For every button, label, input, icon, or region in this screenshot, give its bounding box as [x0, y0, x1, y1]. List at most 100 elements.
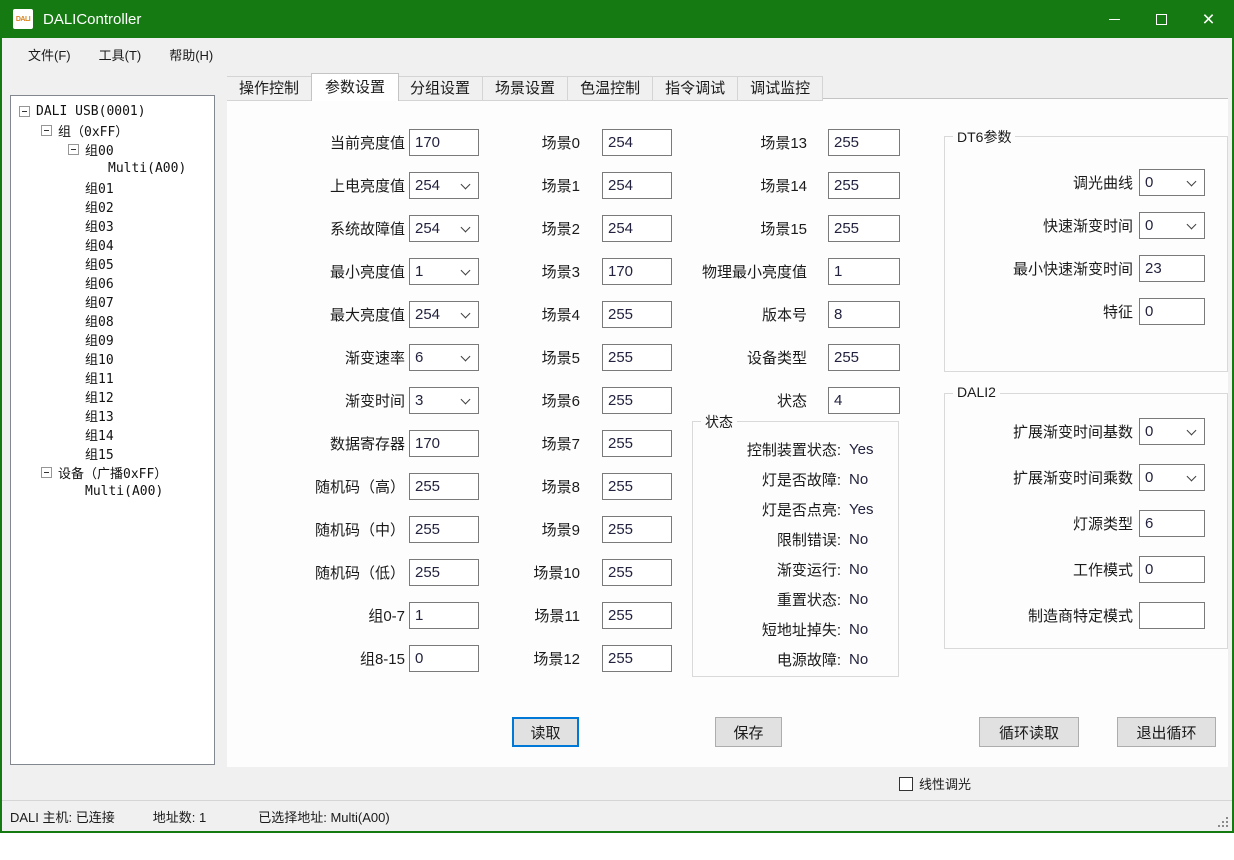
- tree-item[interactable]: 组11: [11, 368, 214, 387]
- field-input[interactable]: 255: [602, 559, 672, 586]
- resize-grip[interactable]: [1216, 815, 1228, 827]
- field-input[interactable]: 255: [602, 602, 672, 629]
- field-input[interactable]: 255: [602, 473, 672, 500]
- tree-item[interactable]: 组10: [11, 349, 214, 368]
- tree-item[interactable]: 组05: [11, 254, 214, 273]
- tab[interactable]: 场景设置: [483, 76, 568, 101]
- field-input[interactable]: [1139, 602, 1205, 629]
- tree-item[interactable]: 组（0xFF）: [11, 121, 214, 140]
- field-row: 场景5 255: [510, 344, 672, 371]
- tree-item[interactable]: DALI USB(0001): [11, 102, 214, 121]
- tree-item[interactable]: Multi(A00): [11, 159, 214, 178]
- field-label: 场景6: [510, 390, 580, 411]
- field-input[interactable]: 255: [409, 516, 479, 543]
- field-input[interactable]: 255: [409, 559, 479, 586]
- tree-item[interactable]: 组14: [11, 425, 214, 444]
- tree-expander-icon[interactable]: [41, 467, 52, 478]
- loop-read-button[interactable]: 循环读取: [979, 717, 1079, 747]
- field-input[interactable]: 1: [409, 602, 479, 629]
- field-input[interactable]: 170: [409, 129, 479, 156]
- tree-item[interactable]: 设备（广播0xFF）: [11, 463, 214, 482]
- tab[interactable]: 操作控制: [227, 76, 312, 101]
- tree-item[interactable]: 组09: [11, 330, 214, 349]
- tree-item[interactable]: 组00: [11, 140, 214, 159]
- field-input[interactable]: 0: [1139, 464, 1205, 491]
- tree-item[interactable]: 组06: [11, 273, 214, 292]
- status-label: 渐变运行:: [693, 559, 841, 580]
- field-row: 场景11 255: [510, 602, 672, 629]
- tree-item[interactable]: 组15: [11, 444, 214, 463]
- field-label: 最大亮度值: [230, 304, 405, 325]
- status-value: Yes: [849, 501, 873, 518]
- field-input[interactable]: 1: [409, 258, 479, 285]
- field-input[interactable]: 0: [1139, 212, 1205, 239]
- field-row: 数据寄存器 170: [230, 430, 479, 457]
- field-input[interactable]: 255: [602, 645, 672, 672]
- checkbox-icon[interactable]: [899, 777, 913, 791]
- tab[interactable]: 分组设置: [398, 76, 483, 101]
- field-label: 随机码（低）: [230, 562, 405, 583]
- field-row: 场景10 255: [510, 559, 672, 586]
- tab[interactable]: 调试监控: [738, 76, 823, 101]
- field-input[interactable]: 0: [409, 645, 479, 672]
- menu-item[interactable]: 文件(F): [14, 39, 85, 70]
- menu-item[interactable]: 帮助(H): [155, 39, 227, 70]
- field-input[interactable]: 4: [828, 387, 900, 414]
- linear-dim-checkbox[interactable]: 线性调光: [899, 774, 971, 793]
- field-input[interactable]: 0: [1139, 298, 1205, 325]
- maximize-button[interactable]: [1138, 0, 1185, 38]
- tree-item[interactable]: 组02: [11, 197, 214, 216]
- field-input[interactable]: 3: [409, 387, 479, 414]
- tree-item[interactable]: 组13: [11, 406, 214, 425]
- tree-item[interactable]: 组03: [11, 216, 214, 235]
- field-input[interactable]: 254: [409, 172, 479, 199]
- tree-expander-icon[interactable]: [41, 125, 52, 136]
- field-input[interactable]: 254: [409, 301, 479, 328]
- tree-item[interactable]: 组01: [11, 178, 214, 197]
- field-input[interactable]: 6: [409, 344, 479, 371]
- field-input[interactable]: 0: [1139, 169, 1205, 196]
- status-row: 控制装置状态: Yes: [693, 434, 898, 464]
- status-row: 限制错误: No: [693, 524, 898, 554]
- field-label: 场景12: [510, 648, 580, 669]
- field-input[interactable]: 255: [828, 215, 900, 242]
- field-input[interactable]: 255: [409, 473, 479, 500]
- field-input[interactable]: 8: [828, 301, 900, 328]
- tree-item[interactable]: 组07: [11, 292, 214, 311]
- field-input[interactable]: 23: [1139, 255, 1205, 282]
- minimize-button[interactable]: [1091, 0, 1138, 38]
- field-input[interactable]: 6: [1139, 510, 1205, 537]
- field-input[interactable]: 255: [828, 129, 900, 156]
- field-input[interactable]: 255: [602, 516, 672, 543]
- tree-item-label: 组12: [85, 387, 114, 406]
- save-button[interactable]: 保存: [715, 717, 782, 747]
- read-button[interactable]: 读取: [512, 717, 579, 747]
- tree-item[interactable]: 组04: [11, 235, 214, 254]
- tree-item[interactable]: 组12: [11, 387, 214, 406]
- tree-expander-icon[interactable]: [19, 106, 30, 117]
- field-input[interactable]: 255: [828, 344, 900, 371]
- tree-item[interactable]: Multi(A00): [11, 482, 214, 501]
- field-label: 版本号: [652, 304, 807, 325]
- field-label: 场景3: [510, 261, 580, 282]
- field-input[interactable]: 170: [409, 430, 479, 457]
- field-label: 场景11: [510, 605, 580, 626]
- tree-item[interactable]: 组08: [11, 311, 214, 330]
- exit-loop-button[interactable]: 退出循环: [1117, 717, 1216, 747]
- tree-expander-icon[interactable]: [68, 144, 79, 155]
- field-label: 数据寄存器: [230, 433, 405, 454]
- field-input[interactable]: 255: [828, 172, 900, 199]
- field-row: 场景3 170: [510, 258, 672, 285]
- close-button[interactable]: ×: [1185, 0, 1232, 38]
- field-input[interactable]: 1: [828, 258, 900, 285]
- field-input[interactable]: 254: [409, 215, 479, 242]
- tree-item-label: 组08: [85, 311, 114, 330]
- field-input[interactable]: 0: [1139, 556, 1205, 583]
- menu-item[interactable]: 工具(T): [85, 39, 156, 70]
- tab[interactable]: 指令调试: [653, 76, 738, 101]
- field-input[interactable]: 0: [1139, 418, 1205, 445]
- field-input[interactable]: 255: [602, 430, 672, 457]
- field-label: 场景15: [652, 218, 807, 239]
- tab[interactable]: 色温控制: [568, 76, 653, 101]
- tab[interactable]: 参数设置: [311, 73, 399, 101]
